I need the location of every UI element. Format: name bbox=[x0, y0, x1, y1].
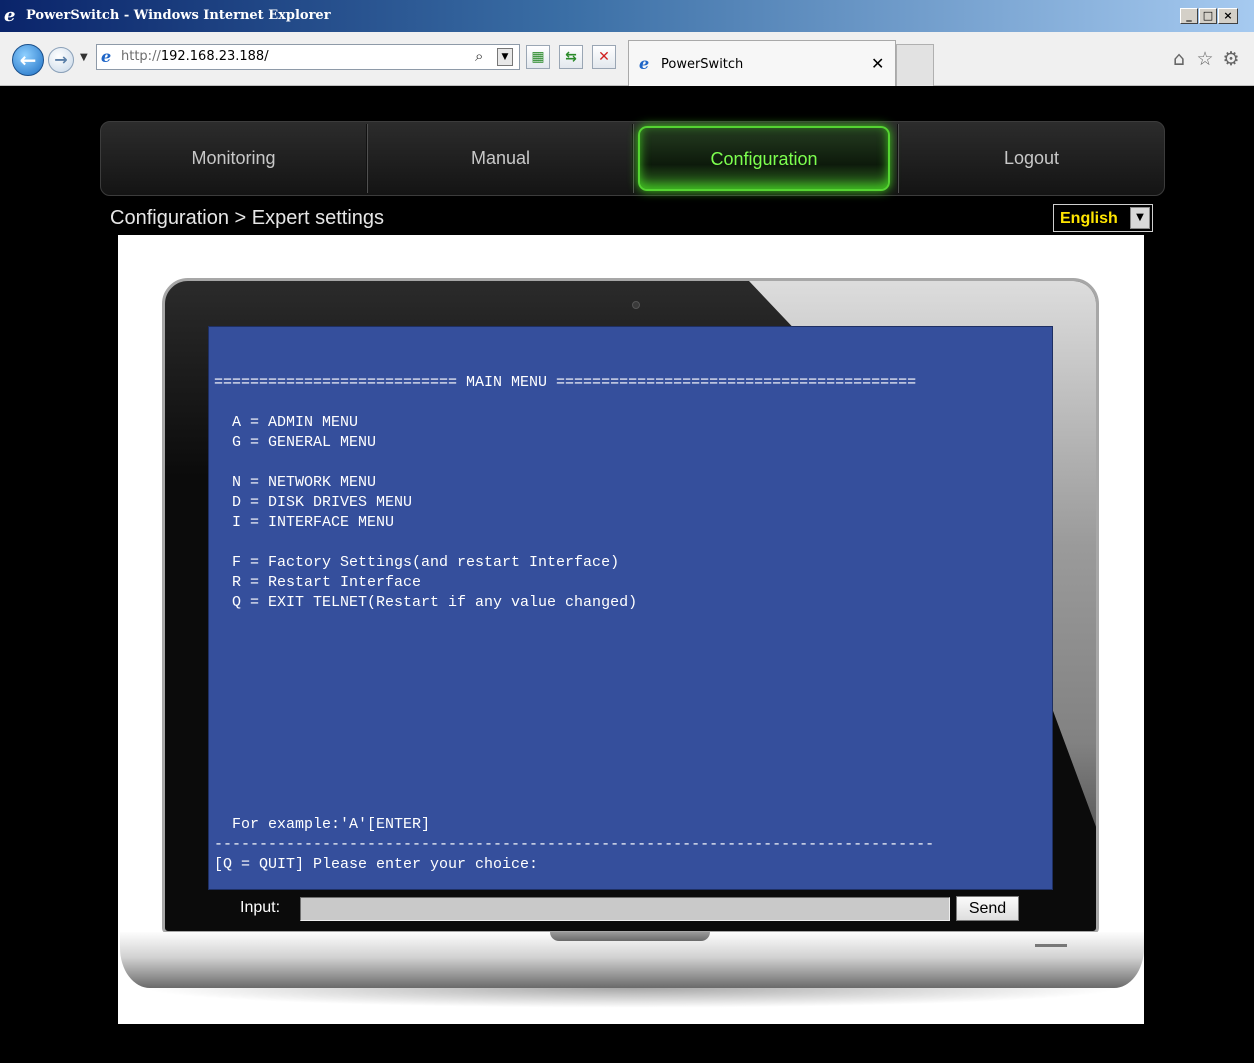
minimize-button[interactable]: _ bbox=[1180, 8, 1198, 24]
nav-separator bbox=[366, 124, 368, 193]
terminal-line: G = GENERAL MENU bbox=[214, 434, 377, 451]
laptop-indicator bbox=[1035, 944, 1067, 947]
input-label: Input: bbox=[240, 899, 281, 916]
compatibility-view-icon[interactable]: ▦ bbox=[526, 45, 550, 69]
browser-navbar: ← → ▼ e http://192.168.23.188/ ⌕ ▼ ▦ ⇆ ✕… bbox=[0, 32, 1254, 86]
terminal-line: A = ADMIN MENU bbox=[214, 414, 359, 431]
terminal-header: =========================== MAIN MENU ==… bbox=[214, 374, 917, 391]
tools-gear-icon[interactable]: ⚙ bbox=[1220, 48, 1242, 70]
home-icon[interactable]: ⌂ bbox=[1168, 48, 1190, 70]
terminal-divider: ----------------------------------------… bbox=[214, 836, 935, 853]
breadcrumb: Configuration > Expert settings bbox=[110, 207, 385, 229]
terminal-line: I = INTERFACE MENU bbox=[214, 514, 395, 531]
nav-configuration[interactable]: Configuration bbox=[638, 126, 890, 191]
window-title: PowerSwitch - Windows Internet Explorer bbox=[26, 8, 331, 23]
chevron-down-icon[interactable]: ▼ bbox=[1130, 207, 1150, 229]
tab-powerswitch[interactable]: e PowerSwitch ✕ bbox=[628, 40, 896, 86]
terminal-line: R = Restart Interface bbox=[214, 574, 422, 591]
tab-title: PowerSwitch bbox=[661, 57, 744, 72]
forward-button[interactable]: → bbox=[48, 47, 74, 73]
window-titlebar: e PowerSwitch - Windows Internet Explore… bbox=[0, 0, 1254, 32]
send-button[interactable]: Send bbox=[956, 896, 1019, 921]
language-selected: English bbox=[1060, 210, 1118, 227]
laptop-shadow bbox=[140, 988, 1124, 1008]
refresh-icon[interactable]: ⇆ bbox=[559, 45, 583, 69]
back-button[interactable]: ← bbox=[12, 44, 44, 76]
telnet-terminal: =========================== MAIN MENU ==… bbox=[208, 326, 1053, 890]
command-input[interactable] bbox=[300, 897, 950, 921]
nav-logout[interactable]: Logout bbox=[900, 122, 1163, 195]
maximize-button[interactable]: □ bbox=[1199, 8, 1217, 24]
ie-tab-icon: e bbox=[639, 54, 650, 73]
address-url[interactable]: http://192.168.23.188/ bbox=[121, 49, 269, 65]
main-nav-menu: Monitoring Manual Configuration Logout bbox=[100, 121, 1165, 196]
terminal-example: For example:'A'[ENTER] bbox=[214, 816, 431, 833]
nav-manual[interactable]: Manual bbox=[369, 122, 632, 195]
terminal-line: F = Factory Settings(and restart Interfa… bbox=[214, 554, 620, 571]
nav-separator bbox=[897, 124, 899, 193]
terminal-line: N = NETWORK MENU bbox=[214, 474, 377, 491]
ie-page-icon: e bbox=[101, 47, 112, 66]
laptop-base bbox=[120, 932, 1144, 988]
search-icon[interactable]: ⌕ bbox=[475, 47, 483, 65]
language-select[interactable]: English ▼ bbox=[1053, 204, 1153, 232]
address-dropdown-icon[interactable]: ▼ bbox=[497, 48, 513, 66]
favorites-icon[interactable]: ☆ bbox=[1194, 48, 1216, 70]
terminal-prompt: [Q = QUIT] Please enter your choice: bbox=[214, 856, 539, 873]
address-protocol: http:// bbox=[121, 49, 161, 64]
tab-close-icon[interactable]: ✕ bbox=[871, 54, 884, 74]
terminal-line: Q = EXIT TELNET(Restart if any value cha… bbox=[214, 594, 638, 611]
laptop-notch bbox=[550, 932, 710, 941]
address-bar[interactable]: e http://192.168.23.188/ ⌕ ▼ bbox=[96, 44, 520, 70]
camera-icon bbox=[632, 301, 640, 309]
stop-icon[interactable]: ✕ bbox=[592, 45, 616, 69]
new-tab-button[interactable] bbox=[896, 44, 934, 86]
history-dropdown-icon[interactable]: ▼ bbox=[80, 52, 88, 64]
nav-separator bbox=[632, 124, 634, 193]
nav-monitoring[interactable]: Monitoring bbox=[101, 122, 366, 195]
close-button[interactable]: × bbox=[1218, 8, 1238, 24]
terminal-line: D = DISK DRIVES MENU bbox=[214, 494, 413, 511]
ie-logo-icon: e bbox=[4, 5, 16, 26]
address-host: 192.168.23.188/ bbox=[160, 49, 269, 64]
